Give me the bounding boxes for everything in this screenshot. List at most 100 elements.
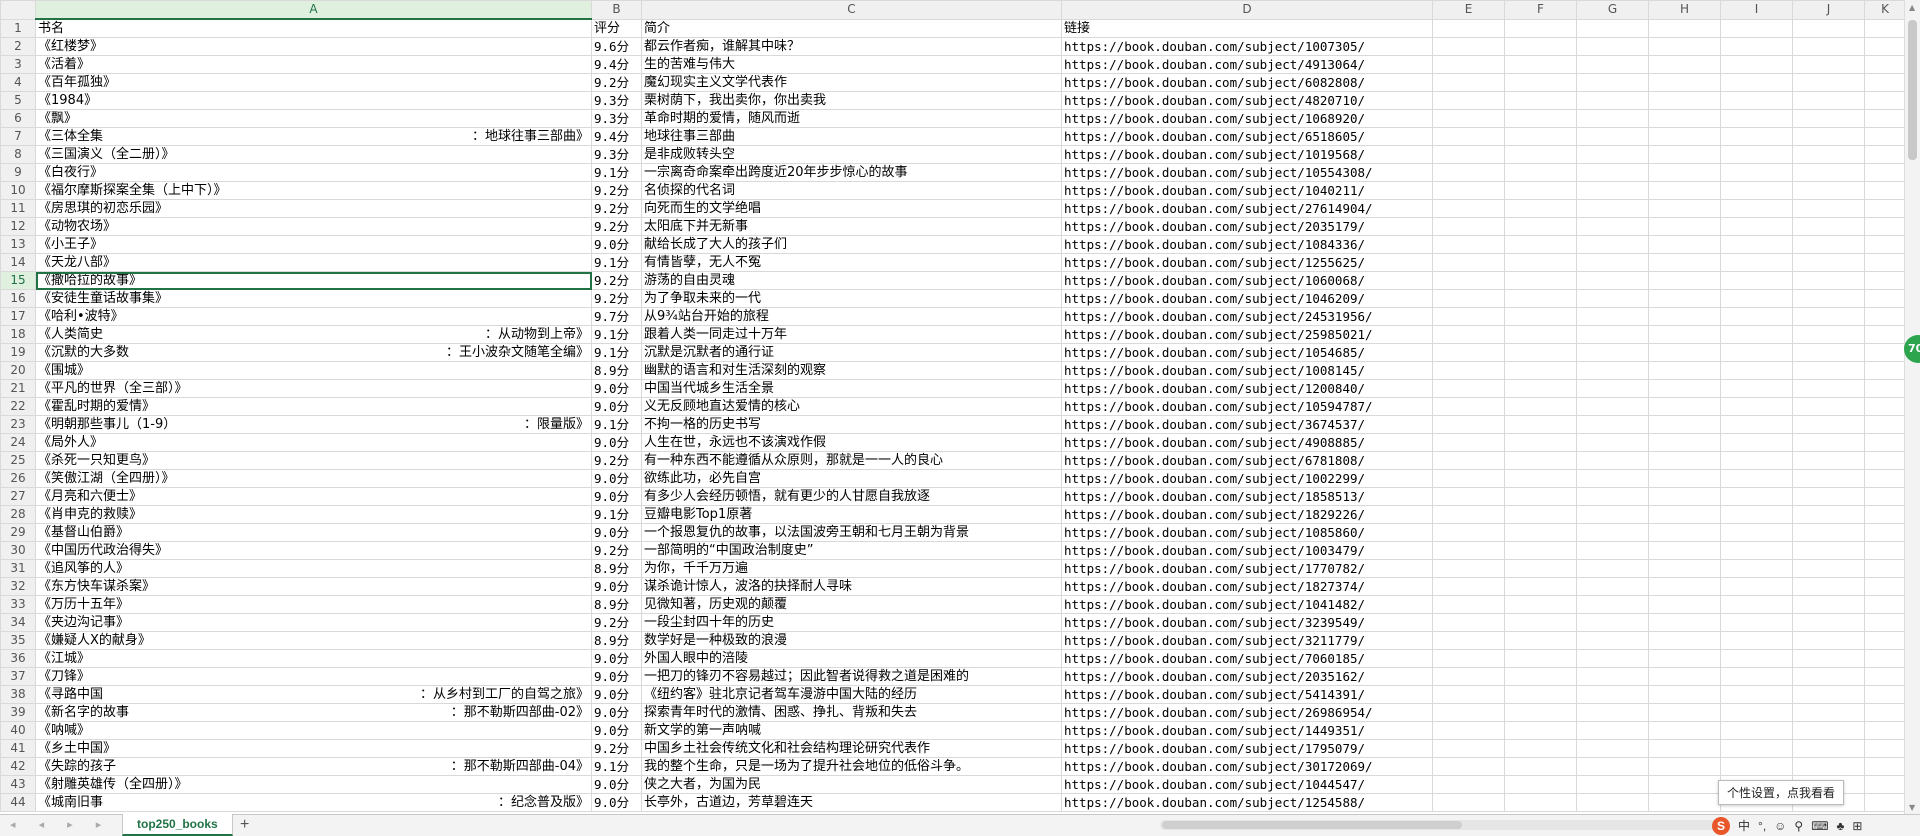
book-title-cell[interactable]: 《红楼梦》 bbox=[35, 37, 592, 56]
rating-cell[interactable]: 9.0分 bbox=[591, 667, 642, 686]
empty-cell[interactable] bbox=[1648, 685, 1721, 704]
sheet-tab-top250-books[interactable]: top250_books bbox=[122, 814, 233, 836]
book-title-cell[interactable]: 《乡土中国》 bbox=[35, 739, 592, 758]
empty-cell[interactable] bbox=[1504, 523, 1577, 542]
row-number[interactable]: 20 bbox=[0, 361, 36, 380]
empty-cell[interactable] bbox=[1504, 163, 1577, 182]
book-title-cell[interactable]: 《中国历代政治得失》 bbox=[35, 541, 592, 560]
rating-cell[interactable]: 9.2分 bbox=[591, 181, 642, 200]
rating-cell[interactable]: 9.0分 bbox=[591, 235, 642, 254]
intro-cell[interactable]: 地球往事三部曲 bbox=[641, 127, 1062, 146]
empty-cell[interactable] bbox=[1864, 433, 1905, 452]
empty-cell[interactable] bbox=[1864, 379, 1905, 398]
empty-cell[interactable] bbox=[1864, 559, 1905, 578]
empty-cell[interactable] bbox=[1576, 667, 1649, 686]
empty-cell[interactable] bbox=[1504, 487, 1577, 506]
empty-cell[interactable] bbox=[1792, 271, 1865, 290]
book-title-cell[interactable]: 《射雕英雄传（全四册）》 bbox=[35, 775, 592, 794]
empty-cell[interactable] bbox=[1432, 721, 1505, 740]
empty-cell[interactable] bbox=[1792, 37, 1865, 56]
empty-cell[interactable] bbox=[1576, 289, 1649, 308]
book-title-cell[interactable]: 《围城》 bbox=[35, 361, 592, 380]
empty-cell[interactable] bbox=[1576, 433, 1649, 452]
intro-cell[interactable]: 名侦探的代名词 bbox=[641, 181, 1062, 200]
scroll-up-icon[interactable]: ▲ bbox=[1909, 3, 1915, 12]
empty-cell[interactable] bbox=[1792, 307, 1865, 326]
empty-cell[interactable] bbox=[1576, 613, 1649, 632]
empty-cell[interactable] bbox=[1432, 18, 1505, 38]
rating-cell[interactable]: 9.2分 bbox=[591, 613, 642, 632]
row-number[interactable]: 38 bbox=[0, 685, 36, 704]
empty-cell[interactable] bbox=[1504, 127, 1577, 146]
empty-cell[interactable] bbox=[1720, 55, 1793, 74]
empty-cell[interactable] bbox=[1864, 73, 1905, 92]
empty-cell[interactable] bbox=[1432, 397, 1505, 416]
header-intro-cell[interactable]: 简介 bbox=[641, 18, 1062, 38]
empty-cell[interactable] bbox=[1720, 379, 1793, 398]
empty-cell[interactable] bbox=[1792, 469, 1865, 488]
link-cell[interactable]: https://book.douban.com/subject/3211779/ bbox=[1061, 631, 1433, 650]
link-cell[interactable]: https://book.douban.com/subject/4913064/ bbox=[1061, 55, 1433, 74]
link-cell[interactable]: https://book.douban.com/subject/1068920/ bbox=[1061, 109, 1433, 128]
empty-cell[interactable] bbox=[1720, 397, 1793, 416]
empty-cell[interactable] bbox=[1432, 631, 1505, 650]
sheet-nav-arrows-icon[interactable]: ◂ ◂ ▸ ▸ bbox=[10, 818, 111, 831]
empty-cell[interactable] bbox=[1432, 451, 1505, 470]
empty-cell[interactable] bbox=[1792, 757, 1865, 776]
empty-cell[interactable] bbox=[1720, 325, 1793, 344]
empty-cell[interactable] bbox=[1432, 487, 1505, 506]
column-header-g[interactable]: G bbox=[1576, 0, 1649, 20]
empty-cell[interactable] bbox=[1504, 271, 1577, 290]
ime-mic-icon[interactable]: ⚲ bbox=[1794, 819, 1803, 833]
row-number[interactable]: 34 bbox=[0, 613, 36, 632]
empty-cell[interactable] bbox=[1504, 613, 1577, 632]
intro-cell[interactable]: 中国当代城乡生活全景 bbox=[641, 379, 1062, 398]
rating-cell[interactable]: 9.0分 bbox=[591, 379, 642, 398]
empty-cell[interactable] bbox=[1864, 127, 1905, 146]
empty-cell[interactable] bbox=[1864, 793, 1905, 812]
book-title-cell[interactable]: 《福尔摩斯探案全集（上中下）》 bbox=[35, 181, 592, 200]
empty-cell[interactable] bbox=[1864, 757, 1905, 776]
link-cell[interactable]: https://book.douban.com/subject/24531956… bbox=[1061, 307, 1433, 326]
column-header-d[interactable]: D bbox=[1061, 0, 1433, 20]
link-cell[interactable]: https://book.douban.com/subject/5414391/ bbox=[1061, 685, 1433, 704]
book-title-cell[interactable]: 《沉默的大多数 ：王小波杂文随笔全编》 bbox=[35, 343, 592, 362]
intro-cell[interactable]: 长亭外，古道边，芳草碧连天 bbox=[641, 793, 1062, 812]
empty-cell[interactable] bbox=[1864, 613, 1905, 632]
empty-cell[interactable] bbox=[1504, 469, 1577, 488]
empty-cell[interactable] bbox=[1504, 397, 1577, 416]
link-cell[interactable]: https://book.douban.com/subject/1040211/ bbox=[1061, 181, 1433, 200]
row-number[interactable]: 22 bbox=[0, 397, 36, 416]
link-cell[interactable]: https://book.douban.com/subject/7060185/ bbox=[1061, 649, 1433, 668]
intro-cell[interactable]: 一把刀的锋刃不容易越过；因此智者说得救之道是困难的 bbox=[641, 667, 1062, 686]
empty-cell[interactable] bbox=[1792, 325, 1865, 344]
intro-cell[interactable]: 向死而生的文学绝唱 bbox=[641, 199, 1062, 218]
empty-cell[interactable] bbox=[1720, 127, 1793, 146]
empty-cell[interactable] bbox=[1792, 703, 1865, 722]
row-number[interactable]: 4 bbox=[0, 73, 36, 92]
empty-cell[interactable] bbox=[1792, 631, 1865, 650]
empty-cell[interactable] bbox=[1576, 397, 1649, 416]
empty-cell[interactable] bbox=[1648, 757, 1721, 776]
link-cell[interactable]: https://book.douban.com/subject/4820710/ bbox=[1061, 91, 1433, 110]
empty-cell[interactable] bbox=[1576, 163, 1649, 182]
empty-cell[interactable] bbox=[1864, 595, 1905, 614]
rating-cell[interactable]: 9.2分 bbox=[591, 73, 642, 92]
empty-cell[interactable] bbox=[1576, 217, 1649, 236]
empty-cell[interactable] bbox=[1720, 487, 1793, 506]
empty-cell[interactable] bbox=[1504, 325, 1577, 344]
empty-cell[interactable] bbox=[1504, 289, 1577, 308]
empty-cell[interactable] bbox=[1504, 37, 1577, 56]
ime-lang-toggle[interactable]: 中 bbox=[1738, 817, 1750, 834]
row-number[interactable]: 19 bbox=[0, 343, 36, 362]
empty-cell[interactable] bbox=[1864, 18, 1905, 38]
empty-cell[interactable] bbox=[1720, 505, 1793, 524]
book-title-cell[interactable]: 《江城》 bbox=[35, 649, 592, 668]
rating-cell[interactable]: 9.1分 bbox=[591, 505, 642, 524]
empty-cell[interactable] bbox=[1720, 667, 1793, 686]
book-title-cell[interactable]: 《追风筝的人》 bbox=[35, 559, 592, 578]
row-number[interactable]: 3 bbox=[0, 55, 36, 74]
empty-cell[interactable] bbox=[1864, 541, 1905, 560]
book-title-cell[interactable]: 《寻路中国 ：从乡村到工厂的自驾之旅》 bbox=[35, 685, 592, 704]
empty-cell[interactable] bbox=[1432, 127, 1505, 146]
